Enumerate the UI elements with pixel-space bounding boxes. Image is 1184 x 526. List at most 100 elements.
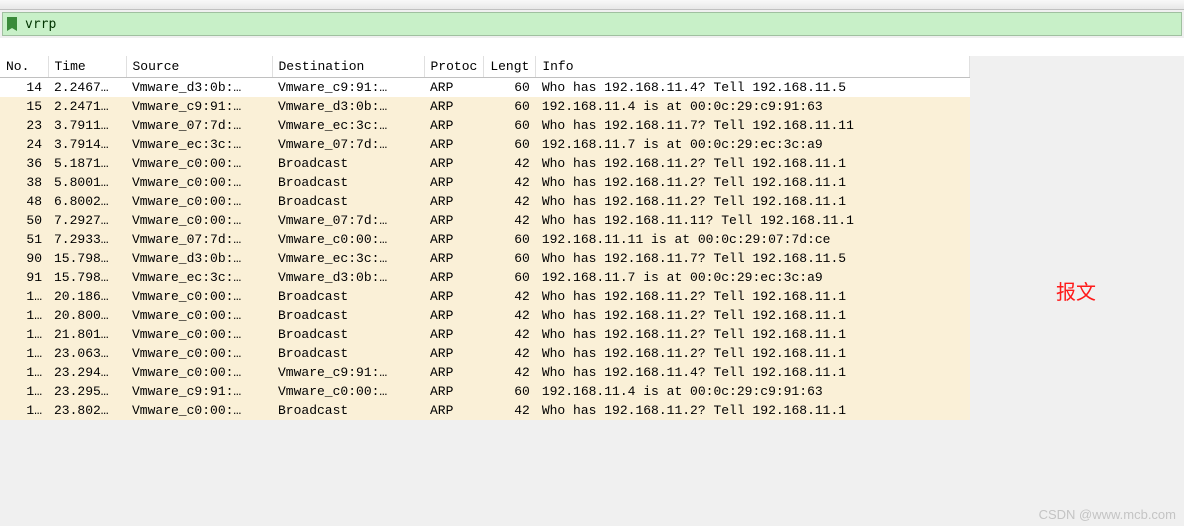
cell-time: 3.7911… <box>48 116 126 135</box>
cell-length: 60 <box>484 230 536 249</box>
cell-time: 20.800… <box>48 306 126 325</box>
packet-list-table: No. Time Source Destination Protoc Lengt… <box>0 56 970 420</box>
cell-protocol: ARP <box>424 173 484 192</box>
cell-length: 42 <box>484 173 536 192</box>
cell-destination: Vmware_d3:0b:… <box>272 268 424 287</box>
cell-destination: Broadcast <box>272 344 424 363</box>
cell-info: Who has 192.168.11.2? Tell 192.168.11.1 <box>536 287 970 306</box>
cell-destination: Vmware_ec:3c:… <box>272 249 424 268</box>
cell-info: Who has 192.168.11.2? Tell 192.168.11.1 <box>536 173 970 192</box>
cell-protocol: ARP <box>424 116 484 135</box>
cell-info: Who has 192.168.11.4? Tell 192.168.11.5 <box>536 78 970 98</box>
cell-length: 42 <box>484 344 536 363</box>
col-header-info[interactable]: Info <box>536 56 970 78</box>
packet-row[interactable]: 365.1871…Vmware_c0:00:…BroadcastARP42Who… <box>0 154 970 173</box>
cell-time: 7.2933… <box>48 230 126 249</box>
cell-source: Vmware_c0:00:… <box>126 401 272 420</box>
cell-no: 23 <box>0 116 48 135</box>
packet-row[interactable]: 243.7914…Vmware_ec:3c:…Vmware_07:7d:…ARP… <box>0 135 970 154</box>
cell-length: 42 <box>484 287 536 306</box>
packet-row[interactable]: 1…23.294…Vmware_c0:00:…Vmware_c9:91:…ARP… <box>0 363 970 382</box>
cell-info: 192.168.11.7 is at 00:0c:29:ec:3c:a9 <box>536 135 970 154</box>
cell-no: 1… <box>0 401 48 420</box>
packet-row[interactable]: 1…21.801…Vmware_c0:00:…BroadcastARP42Who… <box>0 325 970 344</box>
cell-time: 2.2467… <box>48 78 126 98</box>
packet-row[interactable]: 9015.798…Vmware_d3:0b:…Vmware_ec:3c:…ARP… <box>0 249 970 268</box>
cell-protocol: ARP <box>424 268 484 287</box>
cell-time: 21.801… <box>48 325 126 344</box>
cell-no: 36 <box>0 154 48 173</box>
cell-time: 7.2927… <box>48 211 126 230</box>
bookmark-icon[interactable] <box>3 17 21 31</box>
cell-no: 24 <box>0 135 48 154</box>
cell-no: 1… <box>0 306 48 325</box>
cell-info: Who has 192.168.11.2? Tell 192.168.11.1 <box>536 306 970 325</box>
cell-destination: Broadcast <box>272 306 424 325</box>
cell-protocol: ARP <box>424 78 484 98</box>
cell-time: 20.186… <box>48 287 126 306</box>
packet-row[interactable]: 152.2471…Vmware_c9:91:…Vmware_d3:0b:…ARP… <box>0 97 970 116</box>
cell-info: Who has 192.168.11.2? Tell 192.168.11.1 <box>536 401 970 420</box>
cell-length: 60 <box>484 135 536 154</box>
cell-protocol: ARP <box>424 135 484 154</box>
packet-row[interactable]: 1…20.186…Vmware_c0:00:…BroadcastARP42Who… <box>0 287 970 306</box>
cell-source: Vmware_c9:91:… <box>126 97 272 116</box>
cell-length: 60 <box>484 268 536 287</box>
annotation-label: 报文 <box>1056 276 1096 305</box>
cell-time: 5.1871… <box>48 154 126 173</box>
packet-row[interactable]: 486.8002…Vmware_c0:00:…BroadcastARP42Who… <box>0 192 970 211</box>
packet-row[interactable]: 1…23.802…Vmware_c0:00:…BroadcastARP42Who… <box>0 401 970 420</box>
cell-protocol: ARP <box>424 401 484 420</box>
col-header-protocol[interactable]: Protoc <box>424 56 484 78</box>
cell-info: Who has 192.168.11.4? Tell 192.168.11.1 <box>536 363 970 382</box>
display-filter-input[interactable] <box>21 15 1181 34</box>
col-header-length[interactable]: Lengt <box>484 56 536 78</box>
cell-no: 1… <box>0 287 48 306</box>
cell-source: Vmware_c0:00:… <box>126 192 272 211</box>
cell-length: 42 <box>484 401 536 420</box>
cell-no: 48 <box>0 192 48 211</box>
cell-protocol: ARP <box>424 211 484 230</box>
cell-protocol: ARP <box>424 97 484 116</box>
cell-source: Vmware_d3:0b:… <box>126 78 272 98</box>
cell-length: 42 <box>484 325 536 344</box>
cell-time: 5.8001… <box>48 173 126 192</box>
cell-no: 14 <box>0 78 48 98</box>
cell-info: 192.168.11.4 is at 00:0c:29:c9:91:63 <box>536 97 970 116</box>
cell-source: Vmware_07:7d:… <box>126 230 272 249</box>
packet-row[interactable]: 9115.798…Vmware_ec:3c:…Vmware_d3:0b:…ARP… <box>0 268 970 287</box>
packet-row[interactable]: 507.2927…Vmware_c0:00:…Vmware_07:7d:…ARP… <box>0 211 970 230</box>
col-header-no[interactable]: No. <box>0 56 48 78</box>
cell-info: 192.168.11.7 is at 00:0c:29:ec:3c:a9 <box>536 268 970 287</box>
col-header-destination[interactable]: Destination <box>272 56 424 78</box>
cell-source: Vmware_ec:3c:… <box>126 135 272 154</box>
cell-source: Vmware_c0:00:… <box>126 287 272 306</box>
cell-no: 91 <box>0 268 48 287</box>
cell-source: Vmware_c0:00:… <box>126 363 272 382</box>
cell-time: 23.295… <box>48 382 126 401</box>
cell-destination: Vmware_c9:91:… <box>272 363 424 382</box>
cell-protocol: ARP <box>424 363 484 382</box>
packet-row[interactable]: 1…23.295…Vmware_c9:91:…Vmware_c0:00:…ARP… <box>0 382 970 401</box>
cell-info: Who has 192.168.11.2? Tell 192.168.11.1 <box>536 325 970 344</box>
col-header-source[interactable]: Source <box>126 56 272 78</box>
cell-destination: Vmware_ec:3c:… <box>272 116 424 135</box>
cell-no: 50 <box>0 211 48 230</box>
packet-row[interactable]: 233.7911…Vmware_07:7d:…Vmware_ec:3c:…ARP… <box>0 116 970 135</box>
cell-source: Vmware_c0:00:… <box>126 211 272 230</box>
spacer <box>0 38 1184 56</box>
cell-destination: Vmware_c0:00:… <box>272 382 424 401</box>
packet-row[interactable]: 142.2467…Vmware_d3:0b:…Vmware_c9:91:…ARP… <box>0 78 970 98</box>
packet-row[interactable]: 517.2933…Vmware_07:7d:…Vmware_c0:00:…ARP… <box>0 230 970 249</box>
packet-row[interactable]: 1…20.800…Vmware_c0:00:…BroadcastARP42Who… <box>0 306 970 325</box>
col-header-time[interactable]: Time <box>48 56 126 78</box>
cell-destination: Vmware_07:7d:… <box>272 211 424 230</box>
packet-row[interactable]: 385.8001…Vmware_c0:00:…BroadcastARP42Who… <box>0 173 970 192</box>
packet-row[interactable]: 1…23.063…Vmware_c0:00:…BroadcastARP42Who… <box>0 344 970 363</box>
cell-source: Vmware_c0:00:… <box>126 306 272 325</box>
cell-no: 1… <box>0 382 48 401</box>
cell-destination: Vmware_c9:91:… <box>272 78 424 98</box>
cell-source: Vmware_d3:0b:… <box>126 249 272 268</box>
cell-source: Vmware_c0:00:… <box>126 344 272 363</box>
cell-no: 15 <box>0 97 48 116</box>
